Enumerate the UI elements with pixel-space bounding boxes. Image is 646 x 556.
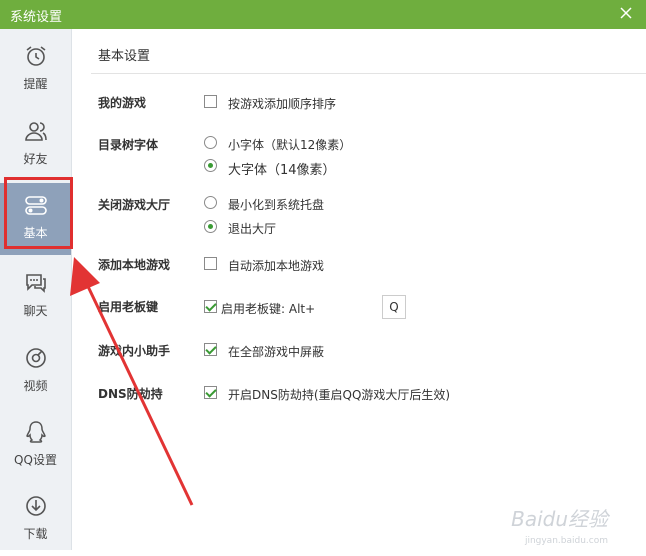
close-icon[interactable] [616, 3, 636, 23]
setting-label-tree-font: 目录树字体 [98, 138, 159, 152]
radio-small-font[interactable] [204, 136, 217, 149]
checkbox-boss-key[interactable] [204, 300, 217, 313]
setting-label-add-local: 添加本地游戏 [98, 258, 171, 272]
sidebar-item-label: QQ设置 [14, 453, 57, 467]
sidebar-item-qq-settings[interactable]: QQ设置 [0, 410, 71, 482]
download-icon [26, 496, 46, 516]
option-text: 自动添加本地游戏 [228, 259, 325, 273]
option-text: 最小化到系统托盘 [228, 198, 325, 212]
alarm-clock-icon [26, 46, 46, 66]
setting-label-close-lobby: 关闭游戏大厅 [98, 198, 171, 212]
sidebar-item-download[interactable]: 下载 [0, 484, 71, 556]
radio-exit-lobby[interactable] [204, 220, 217, 233]
watermark-logo: Baidu经验 [511, 507, 608, 531]
qq-penguin-icon [26, 421, 46, 443]
checkbox-sort-by-add-order[interactable] [204, 95, 217, 108]
hotkey-input[interactable]: Q [382, 295, 406, 319]
setting-label-helper: 游戏内小助手 [98, 344, 171, 358]
title-bar: 系统设置 [0, 0, 646, 29]
sidebar-item-label: 提醒 [23, 77, 48, 91]
option-text: 启用老板键: Alt+ [221, 302, 316, 316]
sidebar: 提醒 好友 基本 聊天 视频 QQ设置 下载 [0, 29, 72, 550]
divider [91, 73, 646, 74]
video-icon [26, 348, 46, 368]
highlight-box [4, 177, 73, 249]
sidebar-item-label: 视频 [23, 379, 48, 393]
sidebar-item-video[interactable]: 视频 [0, 336, 71, 408]
chat-icon [26, 274, 46, 293]
sidebar-item-friends[interactable]: 好友 [0, 109, 71, 181]
watermark-url: jingyan.baidu.com [524, 536, 608, 546]
friends-icon [25, 122, 47, 141]
radio-large-font[interactable] [204, 159, 217, 172]
setting-label-dns: DNS防劫持 [98, 387, 163, 401]
option-text: 大字体（14像素） [228, 163, 336, 178]
option-text: 在全部游戏中屏蔽 [228, 345, 325, 359]
sidebar-item-label: 聊天 [23, 304, 48, 318]
checkbox-dns-protect[interactable] [204, 386, 217, 399]
option-text: 按游戏添加顺序排序 [228, 97, 337, 111]
setting-label-my-games: 我的游戏 [98, 96, 147, 110]
setting-label-boss-key: 启用老板键 [98, 300, 159, 314]
option-text: 退出大厅 [228, 222, 277, 236]
sidebar-item-chat[interactable]: 聊天 [0, 261, 71, 333]
sidebar-item-reminder[interactable]: 提醒 [0, 34, 71, 106]
checkbox-auto-add-local[interactable] [204, 257, 217, 270]
section-title: 基本设置 [98, 49, 151, 64]
option-text: 开启DNS防劫持(重启QQ游戏大厅后生效) [228, 388, 451, 402]
radio-minimize-to-tray[interactable] [204, 196, 217, 209]
sidebar-item-label: 下载 [23, 527, 48, 541]
sidebar-item-label: 好友 [23, 152, 48, 166]
checkbox-hide-in-all-games[interactable] [204, 343, 217, 356]
window-title: 系统设置 [10, 10, 63, 25]
settings-panel: 基本设置 我的游戏 按游戏添加顺序排序 目录树字体 小字体（默认12像素） 大字… [71, 29, 646, 550]
option-text: 小字体（默认12像素） [228, 138, 352, 152]
